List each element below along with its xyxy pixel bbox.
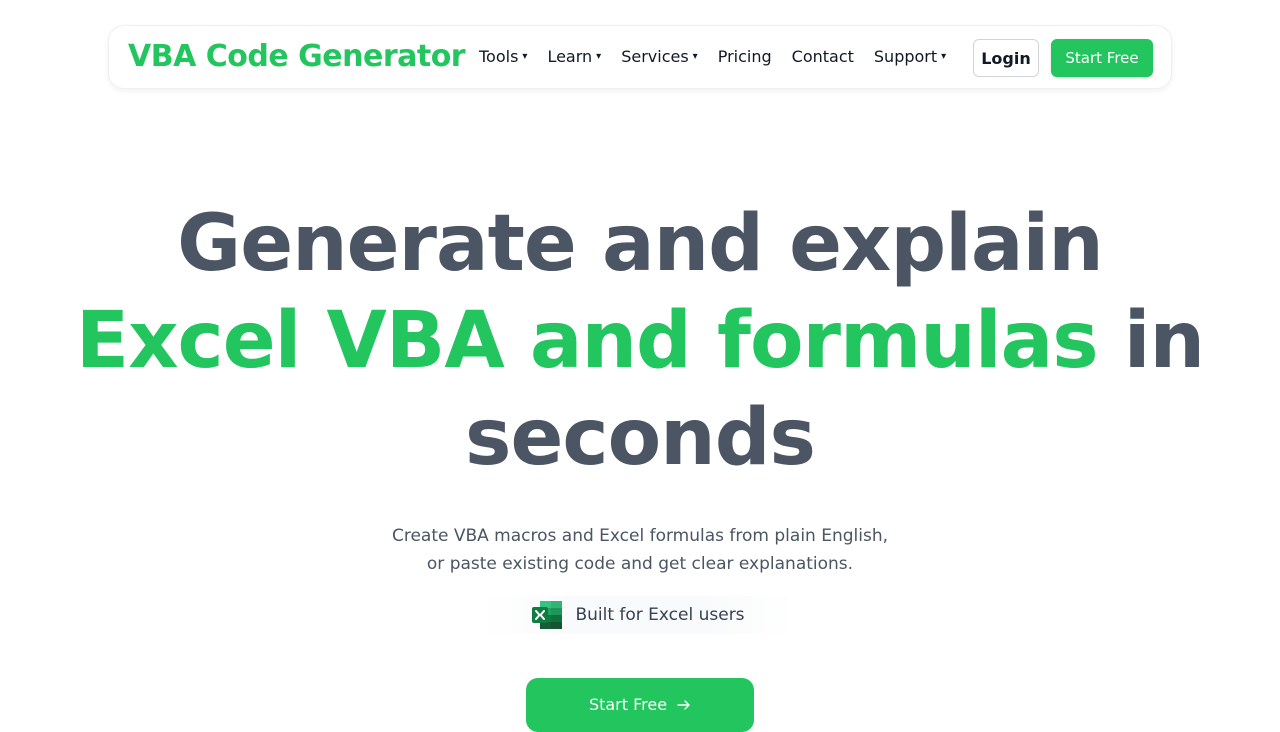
hero-title-after-accent: in — [1097, 296, 1205, 386]
chevron-down-icon: ▾ — [596, 51, 602, 62]
menu-item-label: Learn — [547, 47, 593, 66]
hero-subtitle-line1: Create VBA macros and Excel formulas fro… — [391, 526, 889, 546]
brand-logo[interactable]: VBA Code Generator — [128, 39, 466, 74]
login-button[interactable]: Login — [973, 39, 1039, 77]
hero-title: Generate and explain Excel VBA and formu… — [0, 196, 1280, 487]
hero-subtitle-line2: or paste existing code and get clear exp… — [426, 554, 854, 574]
menu-item-services[interactable]: Services ▾ — [621, 47, 698, 66]
excel-icon — [532, 601, 563, 629]
menu-item-tools[interactable]: Tools ▾ — [479, 47, 527, 66]
menu-item-learn[interactable]: Learn ▾ — [547, 47, 601, 66]
chevron-down-icon: ▾ — [692, 51, 698, 62]
badge-text: Built for Excel users — [575, 605, 745, 625]
hero-subtitle: Create VBA macros and Excel formulas fro… — [0, 522, 1280, 578]
menu-item-label: Tools — [479, 47, 519, 66]
menu-item-label: Services — [621, 47, 689, 66]
top-navbar: VBA Code Generator Tools ▾ Learn ▾ Servi… — [108, 25, 1172, 89]
chevron-down-icon: ▾ — [941, 51, 947, 62]
chevron-down-icon: ▾ — [522, 51, 528, 62]
hero-title-line3: seconds — [465, 393, 816, 483]
start-free-button[interactable]: Start Free — [1051, 39, 1153, 77]
hero-title-line1: Generate and explain — [177, 199, 1104, 289]
menu-item-label: Contact — [791, 47, 854, 66]
menu-item-support[interactable]: Support ▾ — [874, 47, 946, 66]
menu-item-label: Pricing — [717, 47, 772, 66]
menu-item-pricing[interactable]: Pricing — [718, 47, 772, 66]
menu-item-label: Support — [873, 47, 938, 66]
excel-users-badge: Built for Excel users — [480, 596, 796, 634]
hero-start-free-button[interactable]: Start Free — [526, 678, 754, 732]
arrow-right-icon — [677, 695, 691, 716]
hero-title-accent: Excel VBA and formulas — [75, 296, 1099, 386]
cta-label: Start Free — [588, 695, 668, 714]
menu-item-contact[interactable]: Contact — [792, 47, 854, 66]
main-menu: Tools ▾ Learn ▾ Services ▾ Pricing Conta… — [479, 47, 946, 66]
